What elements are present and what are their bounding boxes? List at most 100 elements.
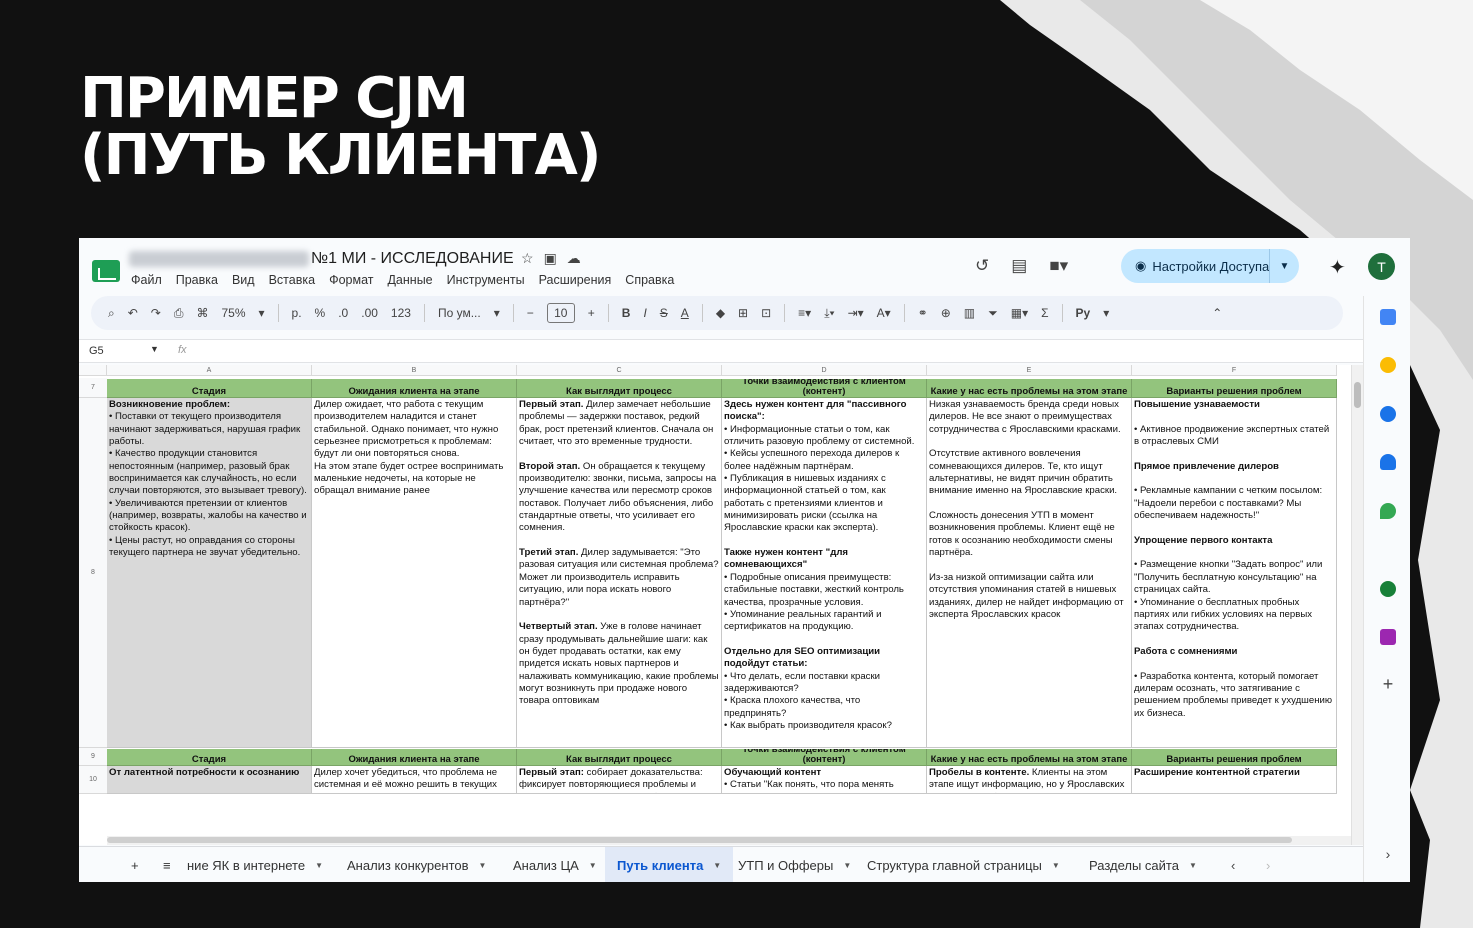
row-number[interactable]: 8 (79, 398, 107, 748)
add-addon-icon[interactable]: + (1380, 675, 1396, 693)
maps-icon[interactable] (1380, 503, 1396, 519)
chevron-down-icon[interactable]: ▼ (150, 344, 159, 354)
chevron-down-icon[interactable]: ▼ (1052, 861, 1060, 870)
zoom-select[interactable]: 75% (221, 306, 245, 320)
table-header-cell[interactable]: Точки взаимодействия с клиентом (контент… (722, 749, 927, 766)
menu-view[interactable]: Вид (232, 273, 255, 287)
font-select[interactable]: По ум... (438, 306, 481, 320)
search-icon[interactable]: ⌕ (108, 306, 115, 321)
table-header-cell[interactable]: Ожидания клиента на этапе (312, 379, 517, 398)
number-format-button[interactable]: 123 (391, 306, 411, 320)
row-number[interactable]: 9 (79, 748, 107, 766)
name-box[interactable]: G5 (89, 345, 104, 357)
sheet-tab[interactable]: УТП и Офферы ▼ (726, 847, 863, 882)
increase-decimal-button[interactable]: .00 (361, 306, 378, 320)
table-header-cell[interactable]: Варианты решения проблем (1132, 749, 1337, 766)
meet-icon[interactable]: ■▾ (1049, 256, 1068, 276)
table-header-cell[interactable]: Какие у нас есть проблемы на этом этапе (927, 379, 1132, 398)
share-button[interactable]: ◉ Настройки Доступа ▼ (1121, 249, 1299, 283)
column-header[interactable]: E (927, 365, 1132, 376)
menu-format[interactable]: Формат (329, 273, 373, 287)
vertical-align-icon[interactable]: ⤓▾ (824, 306, 834, 321)
sheets-logo-icon[interactable] (92, 260, 120, 282)
tasks-icon[interactable] (1380, 406, 1396, 422)
addon-tn-icon[interactable] (1380, 581, 1396, 597)
filter-views-icon[interactable]: ▦▾ (1011, 306, 1028, 320)
addon-icon[interactable] (1380, 629, 1396, 645)
document-title[interactable]: №1 МИ - ИССЛЕДОВАНИЕ (311, 250, 514, 268)
column-header[interactable]: A (107, 365, 312, 376)
table-header-cell[interactable]: Точки взаимодействия с клиентом (контент… (722, 379, 927, 398)
select-all-corner[interactable] (79, 365, 107, 376)
avatar[interactable]: T (1368, 253, 1395, 280)
menu-help[interactable]: Справка (625, 273, 674, 287)
table-cell[interactable]: Первый этап: собирает доказательства: фи… (517, 766, 722, 794)
add-sheet-icon[interactable]: + (119, 847, 151, 882)
sheet-tab[interactable]: Структура главной страницы ▼ (855, 847, 1072, 882)
table-cell[interactable]: Дилер хочет убедиться, что проблема не с… (312, 766, 517, 794)
chevron-down-icon[interactable]: ▾ (1103, 306, 1109, 320)
sheet-tab[interactable]: Анализ конкурентов ▼ (335, 847, 498, 882)
keep-icon[interactable] (1380, 357, 1396, 373)
stage-cell[interactable]: От латентной потребности к осознанию (107, 766, 312, 794)
table-header-cell[interactable]: Варианты решения проблем (1132, 379, 1337, 398)
sheet-tab[interactable]: Разделы сайта ▼ (1077, 847, 1209, 882)
wrap-icon[interactable]: ⇥▾ (848, 306, 864, 320)
chevron-down-icon[interactable]: ▾ (259, 306, 265, 320)
input-tools-button[interactable]: Py (1076, 306, 1091, 320)
sheet-tab[interactable]: Путь клиента ▼ (605, 847, 734, 882)
table-cell[interactable]: Обучающий контент • Статьи "Как понять, … (722, 766, 927, 794)
paint-format-icon[interactable]: ⌘ (196, 306, 208, 320)
table-header-cell[interactable]: Как выглядит процесс (517, 379, 722, 398)
menu-edit[interactable]: Правка (176, 273, 218, 287)
chart-icon[interactable]: ▥ (964, 306, 975, 320)
bold-button[interactable]: B (622, 306, 631, 320)
table-header-cell[interactable]: Какие у нас есть проблемы на этом этапе (927, 749, 1132, 766)
scroll-thumb[interactable] (107, 837, 1292, 843)
table-cell[interactable]: Расширение контентной стратегии • Регуля… (1132, 766, 1337, 794)
table-cell[interactable]: Повышение узнаваемости • Активное продви… (1132, 398, 1337, 748)
column-header[interactable]: F (1132, 365, 1337, 376)
chevron-down-icon[interactable]: ▼ (1189, 861, 1197, 870)
chevron-down-icon[interactable]: ▼ (589, 861, 597, 870)
contacts-icon[interactable] (1380, 454, 1396, 470)
star-icon[interactable]: ☆ (521, 250, 534, 267)
functions-icon[interactable]: Σ (1041, 306, 1048, 320)
link-icon[interactable]: ⚭ (918, 306, 928, 320)
table-cell[interactable]: Пробелы в контенте. Клиенты на этом этап… (927, 766, 1132, 794)
row-number[interactable]: 7 (79, 378, 107, 398)
currency-format-button[interactable]: р. (292, 306, 302, 320)
menu-insert[interactable]: Вставка (269, 273, 315, 287)
menu-extensions[interactable]: Расширения (539, 273, 612, 287)
table-header-cell[interactable]: Стадия (107, 379, 312, 398)
table-header-cell[interactable]: Как выглядит процесс (517, 749, 722, 766)
font-size-input[interactable]: 10 (546, 303, 575, 323)
scroll-tabs-right-icon[interactable]: › (1254, 847, 1282, 882)
undo-icon[interactable]: ↶ (128, 306, 138, 320)
text-color-button[interactable]: A (681, 306, 689, 320)
filter-icon[interactable]: ⏷ (988, 306, 998, 321)
font-size-increase-button[interactable]: + (588, 306, 595, 320)
row-number[interactable]: 10 (79, 766, 107, 794)
table-cell[interactable]: Дилер ожидает, что работа с текущим прои… (312, 398, 517, 748)
vertical-scrollbar[interactable] (1351, 365, 1363, 845)
italic-button[interactable]: I (643, 306, 646, 320)
table-header-cell[interactable]: Стадия (107, 749, 312, 766)
calendar-icon[interactable] (1380, 309, 1396, 325)
gemini-icon[interactable]: ✦ (1329, 255, 1346, 280)
menu-data[interactable]: Данные (387, 273, 432, 287)
menu-file[interactable]: Файл (131, 273, 162, 287)
scroll-tabs-left-icon[interactable]: ‹ (1219, 847, 1247, 882)
print-icon[interactable]: ⎙ (174, 306, 184, 321)
chevron-down-icon[interactable]: ▼ (315, 861, 323, 870)
align-icon[interactable]: ≡▾ (798, 306, 811, 320)
sheet-tab[interactable]: Анализ ЦА ▼ (501, 847, 609, 882)
table-cell[interactable]: Первый этап. Дилер замечает небольшие пр… (517, 398, 722, 748)
borders-icon[interactable]: ⊞ (738, 306, 748, 320)
collapse-toolbar-icon[interactable]: ⌃ (1212, 306, 1222, 320)
expand-panel-icon[interactable]: › (1380, 846, 1396, 862)
chevron-down-icon[interactable]: ▼ (479, 861, 487, 870)
redo-icon[interactable]: ↷ (151, 306, 161, 320)
share-dropdown-icon[interactable]: ▼ (1269, 249, 1299, 283)
chevron-down-icon[interactable]: ▼ (713, 861, 721, 870)
